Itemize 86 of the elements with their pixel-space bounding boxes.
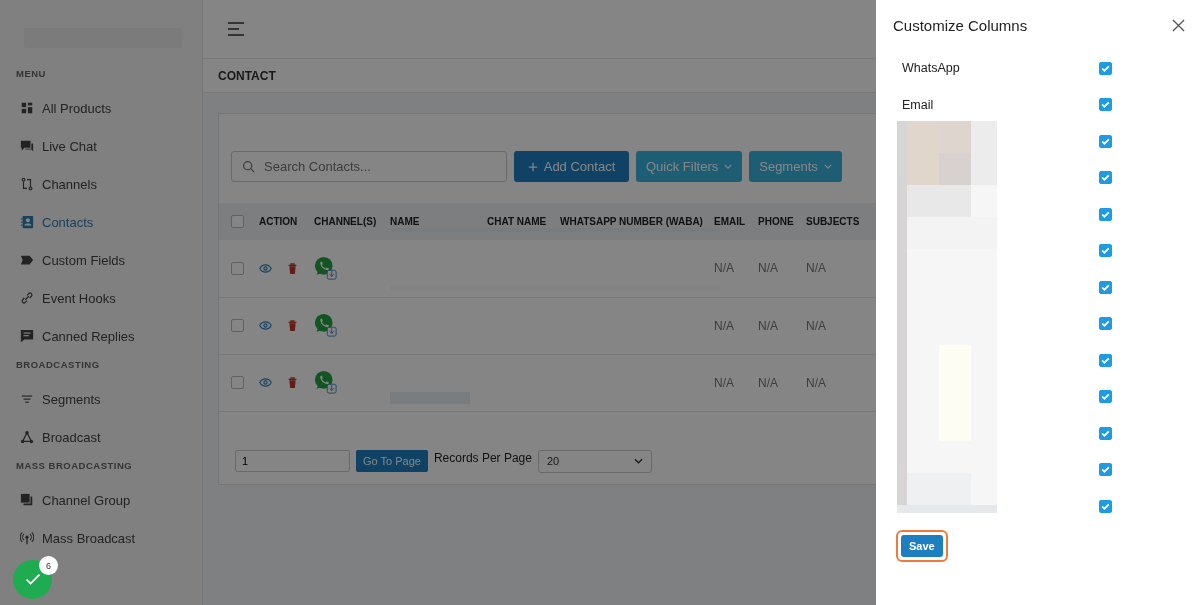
sidebar-item[interactable]: Segments <box>0 380 202 418</box>
menu-icon[interactable] <box>227 22 245 36</box>
sidebar-item[interactable]: Custom Fields <box>0 241 202 279</box>
column-option-label: WhatsApp <box>902 61 960 76</box>
row-checkbox[interactable] <box>231 261 244 275</box>
table-cell: N/A <box>758 240 806 297</box>
table-cell: N/A <box>758 297 806 354</box>
menu-item-icon <box>20 101 34 115</box>
column-checkbox[interactable] <box>1099 280 1112 294</box>
records-per-page-select[interactable]: 20 <box>537 449 652 473</box>
table-cell: N/A <box>806 297 899 354</box>
column-header: WHATSAPP NUMBER (WABA) <box>560 203 714 240</box>
column-checkbox[interactable] <box>1099 353 1112 367</box>
drawer-title: Customize Columns <box>893 17 1028 34</box>
table-cell: N/A <box>758 354 806 411</box>
column-checkbox[interactable] <box>1099 171 1112 185</box>
close-icon[interactable] <box>1172 19 1185 32</box>
view-icon[interactable] <box>259 320 272 331</box>
caret-icon <box>823 164 832 169</box>
menu-item-icon <box>20 139 34 153</box>
row-checkbox[interactable] <box>231 319 244 332</box>
column-checkbox[interactable] <box>1099 390 1112 404</box>
column-checkbox[interactable] <box>1099 499 1112 513</box>
sidebar-item[interactable]: Event Hooks <box>0 279 202 317</box>
delete-icon[interactable] <box>286 377 299 388</box>
row-checkbox[interactable] <box>231 376 244 389</box>
column-checkbox[interactable] <box>1099 61 1112 75</box>
view-icon[interactable] <box>259 262 272 274</box>
sidebar-item[interactable]: Channels <box>0 165 202 203</box>
section-heading: MASS BROADCASTING <box>15 459 134 473</box>
column-checkbox[interactable] <box>1099 244 1112 258</box>
sidebar-item[interactable]: Channel Group <box>0 481 202 519</box>
menu-item-icon <box>20 430 34 444</box>
add-contact-button[interactable]: Add Contact <box>514 151 629 182</box>
menu-item-icon <box>20 291 34 305</box>
column-checkbox[interactable] <box>1099 317 1112 331</box>
search-field[interactable]: Search Contacts... <box>231 151 507 182</box>
menu-item-icon <box>20 329 34 343</box>
table-cell: N/A <box>806 240 899 297</box>
whatsapp-download-icon <box>314 370 337 395</box>
sidebar-item[interactable]: Mass Broadcast <box>0 519 202 557</box>
records-per-page-label: Records Per Page <box>433 451 532 465</box>
caret-icon <box>633 458 643 464</box>
table-cell: N/A <box>714 240 758 297</box>
menu-item-icon <box>20 215 34 229</box>
column-checkbox[interactable] <box>1099 463 1112 477</box>
sidebar-item[interactable]: Contacts <box>0 203 202 241</box>
column-header: ACTION <box>259 203 314 240</box>
column-header: CHANNEL(S) <box>314 203 390 240</box>
column-checkbox[interactable] <box>1099 134 1112 148</box>
section-heading: MENU <box>15 67 47 81</box>
table-cell: N/A <box>806 354 899 411</box>
column-option-label: Email <box>902 97 934 112</box>
delete-icon[interactable] <box>286 320 299 331</box>
sidebar-item[interactable]: Broadcast <box>0 418 202 456</box>
column-header: PHONE <box>758 203 806 240</box>
search-icon <box>242 160 255 173</box>
caret-icon <box>724 164 733 169</box>
select-all-checkbox[interactable] <box>231 215 244 228</box>
column-header: NAME <box>390 203 487 240</box>
column-header: EMAIL <box>714 203 758 240</box>
menu-item-icon <box>20 531 34 545</box>
view-icon[interactable] <box>259 377 272 388</box>
table-cell: N/A <box>714 354 758 411</box>
whatsapp-download-icon <box>314 313 337 338</box>
save-button[interactable]: Save <box>901 534 943 557</box>
plus-icon <box>527 161 538 172</box>
table-cell: N/A <box>714 297 758 354</box>
menu-item-icon <box>20 253 34 267</box>
column-checkbox[interactable] <box>1099 207 1112 221</box>
whatsapp-download-icon <box>314 255 337 281</box>
sidebar-item[interactable]: All Products <box>0 89 202 127</box>
column-header: SUBJECTS <box>806 203 899 240</box>
column-checkbox[interactable] <box>1099 426 1112 440</box>
sidebar-item[interactable]: Live Chat <box>0 127 202 165</box>
column-checkbox[interactable] <box>1099 98 1112 112</box>
menu-item-icon <box>20 493 34 507</box>
delete-icon[interactable] <box>286 262 299 274</box>
page-number-field[interactable]: 1 <box>235 450 350 472</box>
column-header: CHAT NAME <box>487 203 560 240</box>
go-to-page-button[interactable]: Go To Page <box>356 450 428 472</box>
menu-item-icon <box>20 177 34 191</box>
sidebar-item[interactable]: Canned Replies <box>0 317 202 355</box>
checkmark-icon <box>24 573 41 586</box>
page-title: CONTACT <box>218 68 276 83</box>
section-heading: BROADCASTING <box>15 358 101 372</box>
